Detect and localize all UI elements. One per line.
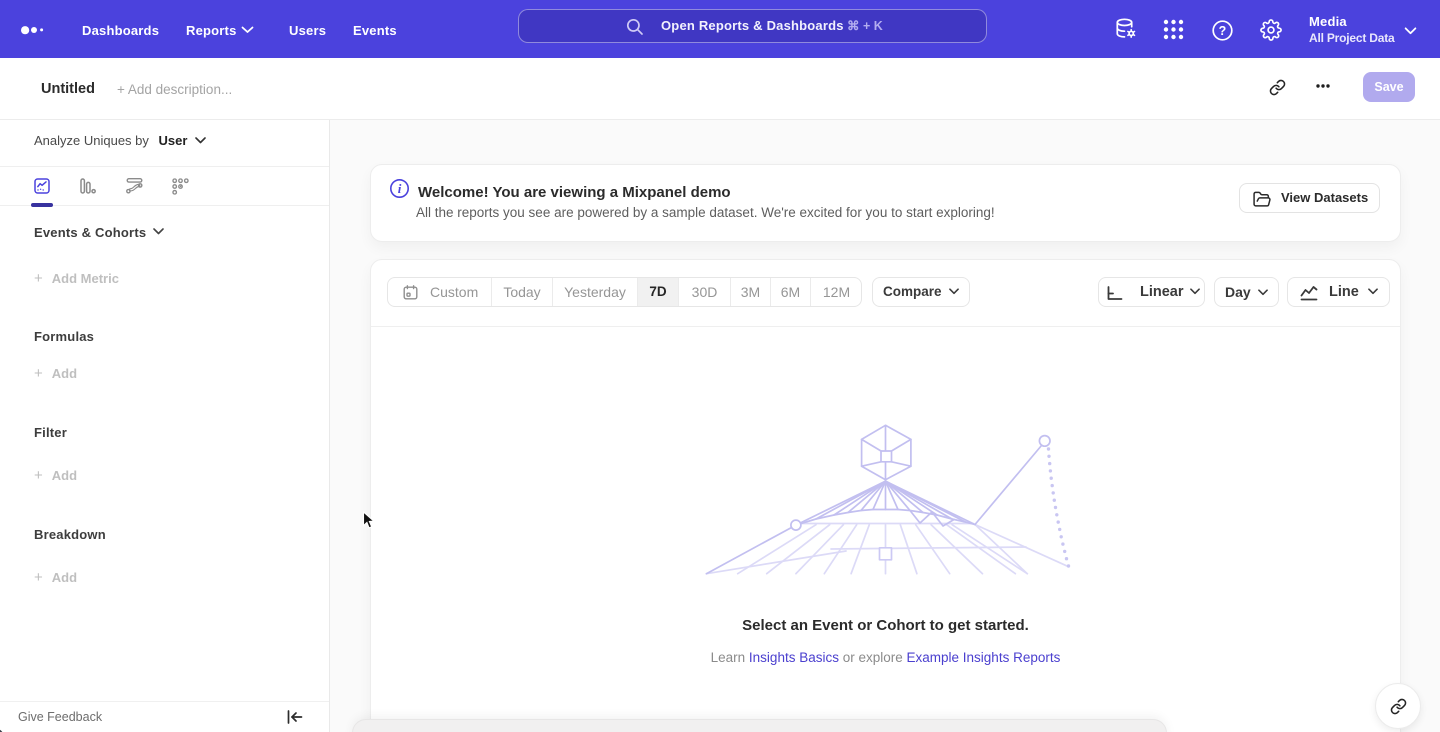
svg-text:?: ? xyxy=(1219,24,1227,38)
svg-text:i: i xyxy=(398,181,402,196)
